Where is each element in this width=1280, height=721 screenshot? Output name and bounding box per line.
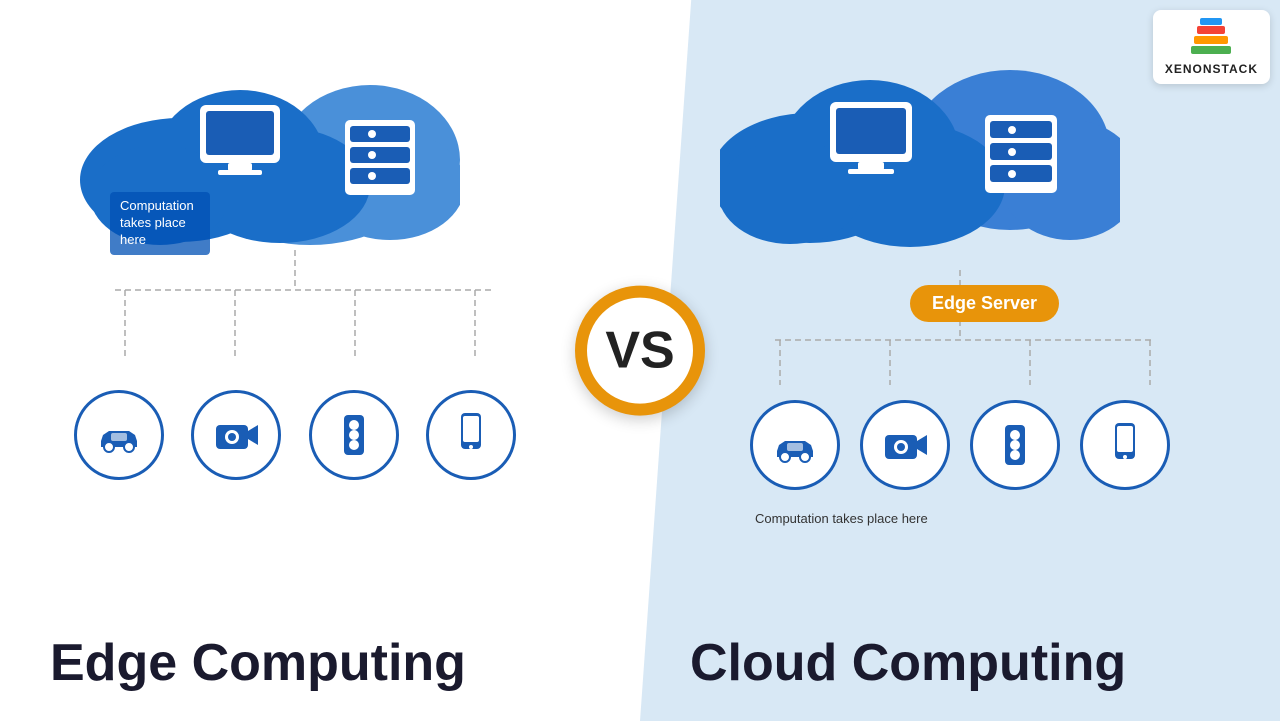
vs-text: VS <box>605 320 674 380</box>
edge-server-label: Edge Server <box>910 285 1059 322</box>
right-car-icon <box>750 400 840 490</box>
left-car-icon <box>74 390 164 480</box>
left-devices <box>60 390 530 480</box>
left-mobile-icon <box>426 390 516 480</box>
right-computation-label: Computation takes place here <box>755 510 928 528</box>
right-cloud <box>720 30 1120 250</box>
left-traffic-icon <box>309 390 399 480</box>
left-camera-icon <box>191 390 281 480</box>
right-camera-icon <box>860 400 950 490</box>
logo: XENONSTACK <box>1153 10 1270 84</box>
right-cloud-svg <box>720 30 1120 250</box>
left-connectors <box>60 250 550 400</box>
left-title: Edge Computing <box>50 633 466 693</box>
vs-circle: VS <box>575 285 705 415</box>
right-title: Cloud Computing <box>690 633 1126 693</box>
right-mobile-icon <box>1080 400 1170 490</box>
logo-icon <box>1186 18 1236 58</box>
logo-text: XENONSTACK <box>1165 62 1258 76</box>
right-devices <box>740 400 1180 490</box>
right-traffic-icon <box>970 400 1060 490</box>
left-computation-label: Computation takes place here <box>110 192 210 255</box>
